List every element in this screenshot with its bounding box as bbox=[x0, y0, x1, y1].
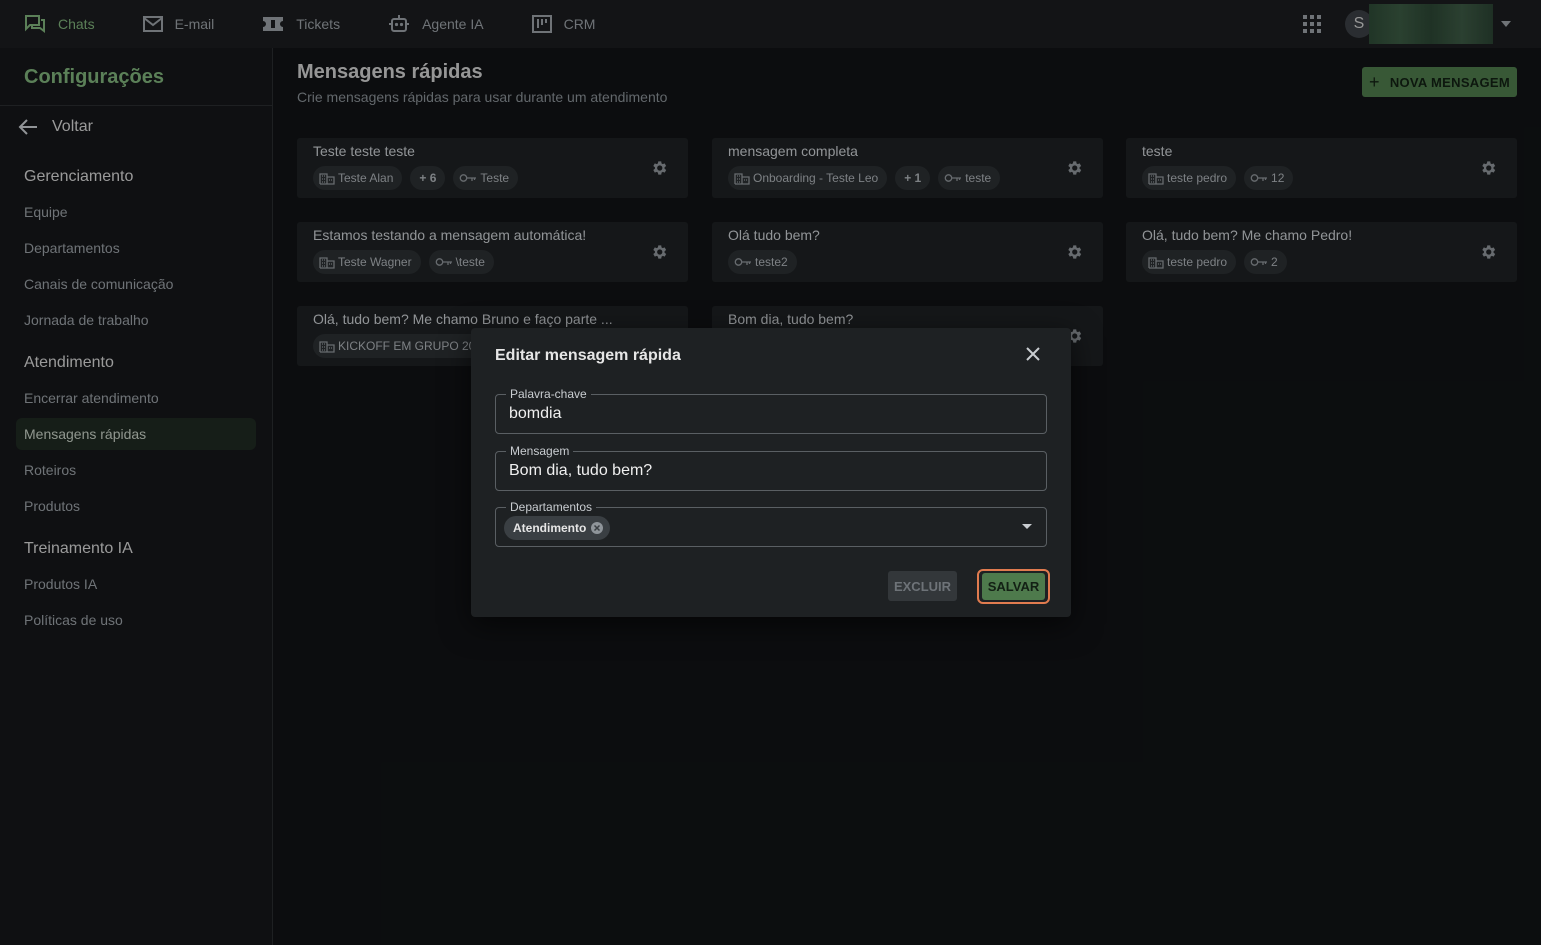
delete-button[interactable]: EXCLUIR bbox=[888, 571, 957, 601]
message-input[interactable] bbox=[509, 462, 1009, 480]
save-button[interactable]: SALVAR bbox=[977, 569, 1050, 604]
keyword-input[interactable] bbox=[509, 405, 1009, 423]
selected-department-chip: Atendimento bbox=[504, 516, 611, 540]
dialog-title: Editar mensagem rápida bbox=[495, 347, 681, 364]
remove-chip-icon[interactable] bbox=[590, 521, 604, 535]
departments-select[interactable]: Departamentos Atendimento bbox=[495, 500, 1047, 547]
message-field[interactable]: Mensagem bbox=[495, 444, 1047, 491]
keyword-field-label: Palavra-chave bbox=[506, 387, 591, 401]
departments-field-label: Departamentos bbox=[506, 500, 597, 514]
save-button-label: SALVAR bbox=[982, 573, 1045, 600]
message-field-label: Mensagem bbox=[506, 444, 574, 458]
edit-quick-message-dialog: Editar mensagem rápida Palavra-chave Men… bbox=[471, 328, 1071, 617]
dropdown-arrow-icon[interactable] bbox=[1022, 524, 1032, 529]
keyword-field[interactable]: Palavra-chave bbox=[495, 387, 1047, 434]
selected-department-label: Atendimento bbox=[513, 521, 587, 535]
close-icon[interactable] bbox=[1025, 346, 1041, 362]
